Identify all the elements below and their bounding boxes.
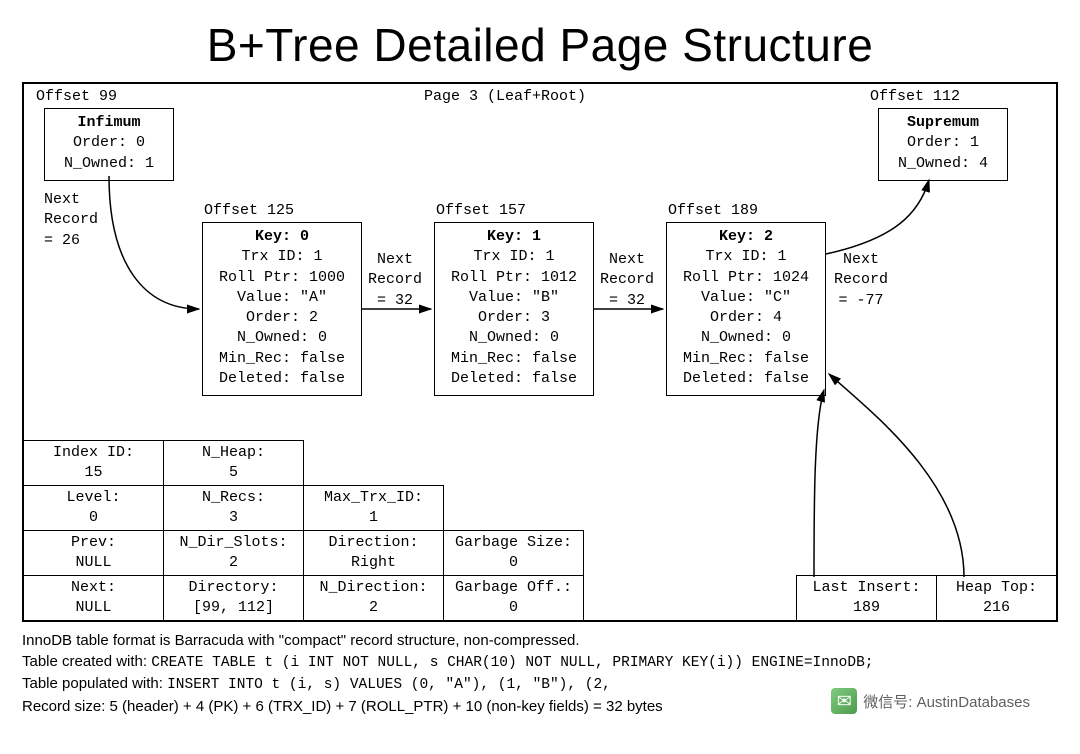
key2-l0: Trx ID: 1	[675, 247, 817, 267]
record-key0: Key: 0 Trx ID: 1 Roll Ptr: 1000 Value: "…	[202, 222, 362, 396]
key1-l4: N_Owned: 0	[443, 328, 585, 348]
page-metadata-right: Last Insert:189 Heap Top:216	[796, 575, 1057, 621]
key1-l5: Min_Rec: false	[443, 349, 585, 369]
supremum-head: Supremum	[887, 113, 999, 133]
key2-l3: Order: 4	[675, 308, 817, 328]
meta-gsize: Garbage Size:0	[444, 531, 584, 576]
offset-key1: Offset 157	[436, 202, 526, 219]
next-rec-inf: Next Record = 26	[44, 190, 98, 251]
key1-l0: Trx ID: 1	[443, 247, 585, 267]
page-header: Page 3 (Leaf+Root)	[424, 88, 586, 105]
meta-prev: Prev:NULL	[24, 531, 164, 576]
key0-l0: Trx ID: 1	[211, 247, 353, 267]
diagram-title: B+Tree Detailed Page Structure	[22, 18, 1058, 72]
infimum-head: Infimum	[53, 113, 165, 133]
key1-l6: Deleted: false	[443, 369, 585, 389]
meta-lastinsert: Last Insert:189	[797, 576, 937, 621]
key0-l6: Deleted: false	[211, 369, 353, 389]
next-rec-k1: Next Record = 32	[600, 250, 654, 311]
infimum-order: Order: 0	[53, 133, 165, 153]
caption-l1: InnoDB table format is Barracuda with "c…	[22, 630, 1058, 651]
key2-l5: Min_Rec: false	[675, 349, 817, 369]
meta-nheap: N_Heap:5	[164, 441, 304, 486]
key2-l1: Roll Ptr: 1024	[675, 268, 817, 288]
key2-l4: N_Owned: 0	[675, 328, 817, 348]
record-key1: Key: 1 Trx ID: 1 Roll Ptr: 1012 Value: "…	[434, 222, 594, 396]
key0-head: Key: 0	[211, 227, 353, 247]
meta-direction: Direction:Right	[304, 531, 444, 576]
supremum-nowned: N_Owned: 4	[887, 154, 999, 174]
key1-head: Key: 1	[443, 227, 585, 247]
key0-l3: Order: 2	[211, 308, 353, 328]
meta-level: Level:0	[24, 486, 164, 531]
meta-next: Next:NULL	[24, 576, 164, 621]
key2-head: Key: 2	[675, 227, 817, 247]
key1-l3: Order: 3	[443, 308, 585, 328]
key0-l4: N_Owned: 0	[211, 328, 353, 348]
key2-l2: Value: "C"	[675, 288, 817, 308]
meta-directory: Directory:[99, 112]	[164, 576, 304, 621]
watermark-text: 微信号: AustinDatabases	[863, 691, 1030, 712]
infimum-nowned: N_Owned: 1	[53, 154, 165, 174]
meta-indexid: Index ID:15	[24, 441, 164, 486]
meta-ndirslots: N_Dir_Slots:2	[164, 531, 304, 576]
next-rec-k2: Next Record = -77	[834, 250, 888, 311]
key0-l1: Roll Ptr: 1000	[211, 268, 353, 288]
wechat-icon: ✉	[831, 688, 857, 714]
meta-maxtrx: Max_Trx_ID:1	[304, 486, 444, 531]
offset-supremum: Offset 112	[870, 88, 960, 105]
offset-key2: Offset 189	[668, 202, 758, 219]
key1-l2: Value: "B"	[443, 288, 585, 308]
offset-infimum: Offset 99	[36, 88, 117, 105]
key2-l6: Deleted: false	[675, 369, 817, 389]
page-metadata-table: Index ID:15 N_Heap:5 Level:0 N_Recs:3 Ma…	[23, 440, 584, 621]
next-rec-k0: Next Record = 32	[368, 250, 422, 311]
meta-ndirection: N_Direction:2	[304, 576, 444, 621]
record-key2: Key: 2 Trx ID: 1 Roll Ptr: 1024 Value: "…	[666, 222, 826, 396]
meta-heaptop: Heap Top:216	[937, 576, 1057, 621]
infimum-box: Infimum Order: 0 N_Owned: 1	[44, 108, 174, 181]
diagram-frame: Page 3 (Leaf+Root) Offset 99 Infimum Ord…	[22, 82, 1058, 622]
meta-goff: Garbage Off.:0	[444, 576, 584, 621]
key0-l5: Min_Rec: false	[211, 349, 353, 369]
key1-l1: Roll Ptr: 1012	[443, 268, 585, 288]
watermark: ✉ 微信号: AustinDatabases	[831, 688, 1030, 714]
offset-key0: Offset 125	[204, 202, 294, 219]
caption-l2: Table created with: CREATE TABLE t (i IN…	[22, 651, 1058, 673]
key0-l2: Value: "A"	[211, 288, 353, 308]
supremum-box: Supremum Order: 1 N_Owned: 4	[878, 108, 1008, 181]
supremum-order: Order: 1	[887, 133, 999, 153]
meta-nrecs: N_Recs:3	[164, 486, 304, 531]
